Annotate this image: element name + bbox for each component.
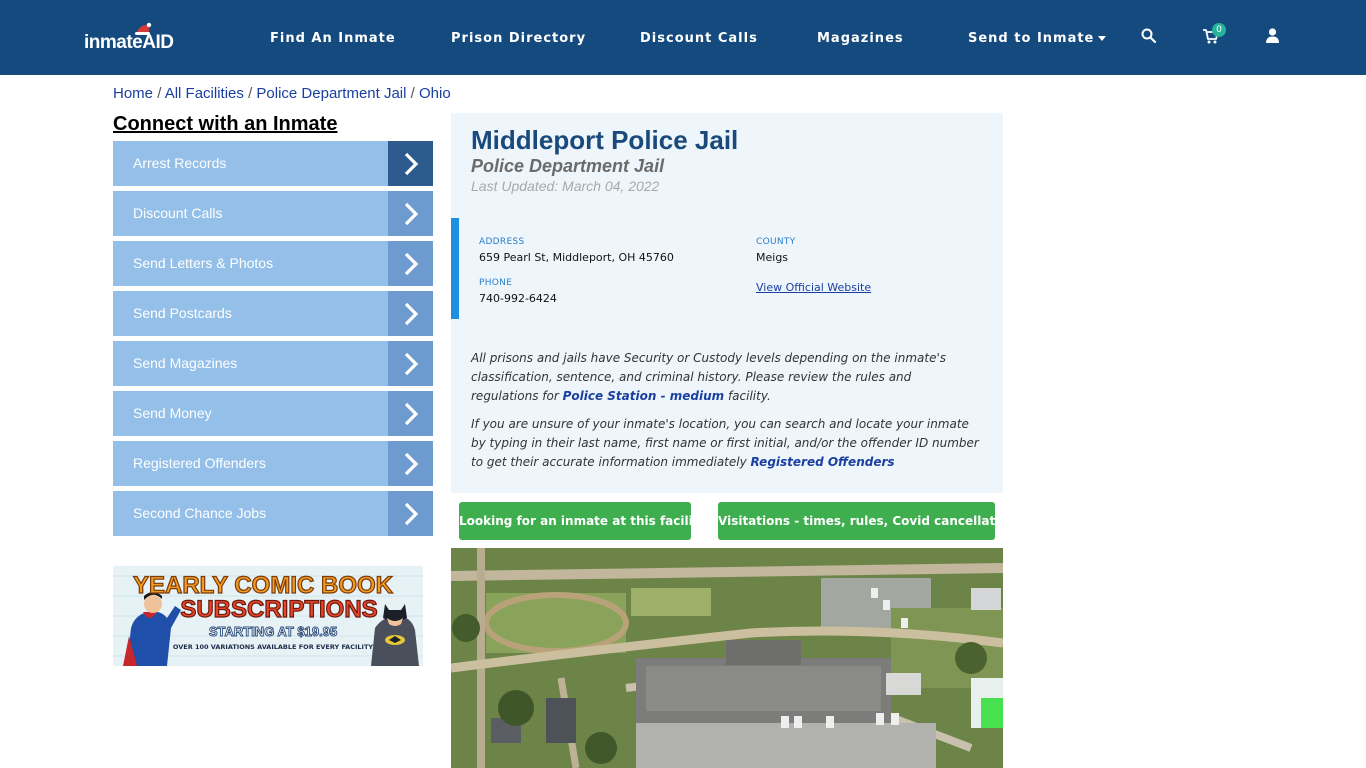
breadcrumb-home[interactable]: Home — [113, 85, 153, 102]
sidebar-item-second-chance-jobs[interactable]: Second Chance Jobs — [113, 491, 433, 536]
facility-satellite-map[interactable] — [451, 548, 1003, 768]
chevron-right-icon — [388, 241, 433, 286]
facility-type: Police Department Jail — [471, 156, 665, 176]
locate-inmate-paragraph: If you are unsure of your inmate's locat… — [471, 415, 981, 472]
visitations-button[interactable]: Visitations - times, rules, Covid cancel… — [718, 502, 1023, 540]
chevron-right-icon — [388, 291, 433, 336]
sidebar-item-send-magazines[interactable]: Send Magazines — [113, 341, 433, 386]
address-value: 659 Pearl St, Middleport, OH 45760 — [479, 251, 674, 264]
breadcrumb-separator: / — [248, 85, 253, 102]
locate-inmate-text: If you are unsure of your inmate's locat… — [471, 417, 979, 469]
sidebar-item-arrest-records[interactable]: Arrest Records — [113, 141, 433, 186]
police-station-medium-link[interactable]: Police Station - medium — [563, 389, 725, 403]
search-icon[interactable] — [1141, 28, 1156, 43]
phone-label: PHONE — [479, 278, 513, 288]
nav-prison-directory[interactable]: Prison Directory — [451, 31, 586, 46]
county-label: COUNTY — [756, 237, 796, 247]
sidebar-title: Connect with an Inmate — [113, 113, 338, 135]
breadcrumb-all-facilities[interactable]: All Facilities — [165, 85, 244, 102]
nav-magazines[interactable]: Magazines — [817, 31, 904, 46]
breadcrumb-separator: / — [157, 85, 162, 102]
sidebar-item-label: Send Magazines — [133, 355, 238, 371]
official-website-link[interactable]: View Official Website — [756, 281, 871, 294]
last-updated: Last Updated: March 04, 2022 — [471, 178, 660, 194]
logo-text: inmateAID — [84, 32, 174, 53]
info-accent-bar — [451, 218, 459, 319]
looking-for-inmate-button[interactable]: Looking for an inmate at this facility? — [459, 502, 713, 540]
nav-send-to-inmate[interactable]: Send to Inmate — [968, 31, 1107, 46]
comic-banner-art: YEARLY COMIC BOOK SUBSCRIPTIONS STARTING… — [113, 566, 423, 666]
facility-title: Middleport Police Jail — [471, 125, 739, 155]
chevron-right-icon — [388, 441, 433, 486]
chevron-right-icon — [388, 191, 433, 236]
sidebar-item-label: Send Postcards — [133, 305, 232, 321]
top-navbar: inmateAID Find An Inmate Prison Director… — [0, 0, 1366, 75]
sidebar-item-label: Second Chance Jobs — [133, 505, 267, 521]
county-value: Meigs — [756, 251, 789, 264]
chevron-right-icon — [388, 391, 433, 436]
satellite-image — [451, 548, 1003, 768]
banner-line4: OVER 100 VARIATIONS AVAILABLE FOR EVERY … — [173, 643, 374, 651]
phone-value[interactable]: 740-992-6424 — [479, 292, 557, 305]
sidebar-item-label: Arrest Records — [133, 155, 227, 171]
sidebar-item-discount-calls[interactable]: Discount Calls — [113, 191, 433, 236]
sidebar-item-label: Send Letters & Photos — [133, 255, 274, 271]
nav-find-inmate[interactable]: Find An Inmate — [270, 31, 396, 46]
address-label: ADDRESS — [479, 237, 525, 247]
sidebar-item-label: Send Money — [133, 405, 212, 421]
chevron-right-icon — [388, 491, 433, 536]
sidebar-item-label: Discount Calls — [133, 205, 223, 221]
sidebar-item-registered-offenders[interactable]: Registered Offenders — [113, 441, 433, 486]
breadcrumb-ohio[interactable]: Ohio — [419, 85, 451, 102]
banner-line2: SUBSCRIPTIONS — [180, 596, 377, 623]
breadcrumb-separator: / — [410, 85, 415, 102]
breadcrumb: Home / All Facilities / Police Departmen… — [113, 85, 451, 102]
comic-subscription-banner[interactable]: YEARLY COMIC BOOK SUBSCRIPTIONS STARTING… — [113, 566, 423, 666]
banner-line3: STARTING AT $19.95 — [209, 624, 337, 639]
caret-down-icon — [1098, 36, 1107, 41]
registered-offenders-link[interactable]: Registered Offenders — [751, 455, 895, 469]
site-logo[interactable]: inmateAID — [84, 22, 184, 56]
sidebar-item-send-postcards[interactable]: Send Postcards — [113, 291, 433, 336]
breadcrumb-police-department-jail[interactable]: Police Department Jail — [256, 85, 406, 102]
sidebar-item-label: Registered Offenders — [133, 455, 266, 471]
security-paragraph: All prisons and jails have Security or C… — [471, 349, 981, 406]
sidebar-item-send-money[interactable]: Send Money — [113, 391, 433, 436]
cart-count-badge: 0 — [1212, 23, 1226, 37]
sidebar-item-send-letters-photos[interactable]: Send Letters & Photos — [113, 241, 433, 286]
chevron-right-icon — [388, 141, 433, 186]
user-icon[interactable] — [1266, 28, 1279, 43]
chevron-right-icon — [388, 341, 433, 386]
nav-discount-calls[interactable]: Discount Calls — [640, 31, 758, 46]
banner-line1: YEARLY COMIC BOOK — [133, 572, 394, 599]
security-paragraph-end: facility. — [724, 389, 771, 403]
nav-send-to-inmate-label: Send to Inmate — [968, 31, 1095, 46]
